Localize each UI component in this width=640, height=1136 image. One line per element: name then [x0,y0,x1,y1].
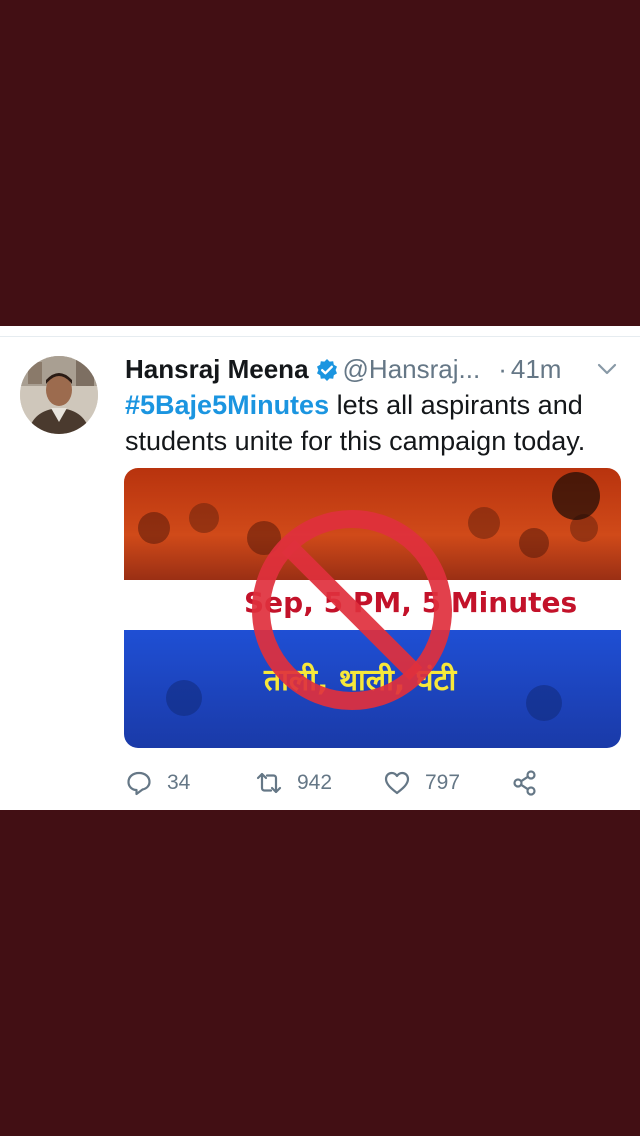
reply-count: 34 [167,771,191,794]
tweet-text: #5Baje5Minutes lets all aspirants and st… [125,387,615,459]
retweet-button[interactable]: 942 [255,766,332,800]
retweet-icon [256,772,282,794]
prohibition-sign-icon [252,510,452,710]
crowd-silhouettes [138,503,598,721]
like-icon [384,771,410,795]
media-overlay [138,472,600,721]
avatar-photo [20,356,98,434]
like-button[interactable]: 797 [383,766,460,800]
retweet-count: 942 [297,771,333,794]
reply-button[interactable]: 34 [125,766,190,800]
logo-badge-icon [552,472,600,520]
like-count: 797 [425,771,461,794]
tweet-header: Hansraj Meena @Hansraj... · 41m [125,351,625,387]
hashtag-link[interactable]: #5Baje5Minutes [125,390,329,420]
share-icon [513,770,536,796]
separator-dot: · [498,354,507,384]
author-handle[interactable]: @Hansraj... [343,354,481,384]
reply-icon [127,771,151,796]
tweet-actions: 34 942 797 [125,766,625,800]
avatar[interactable] [20,356,98,434]
tweet-media-image[interactable]: Sep, 5 PM, 5 Minutes ताली, थाली, घंटी [124,468,621,748]
tweet-timestamp[interactable]: 41m [511,354,562,384]
verified-badge-icon [315,355,339,381]
author-name[interactable]: Hansraj Meena [125,354,309,384]
tweet-card[interactable]: Hansraj Meena @Hansraj... · 41m #5Baje5Minu… [0,326,640,810]
chevron-down-icon[interactable] [595,351,619,387]
share-button[interactable] [511,766,553,800]
